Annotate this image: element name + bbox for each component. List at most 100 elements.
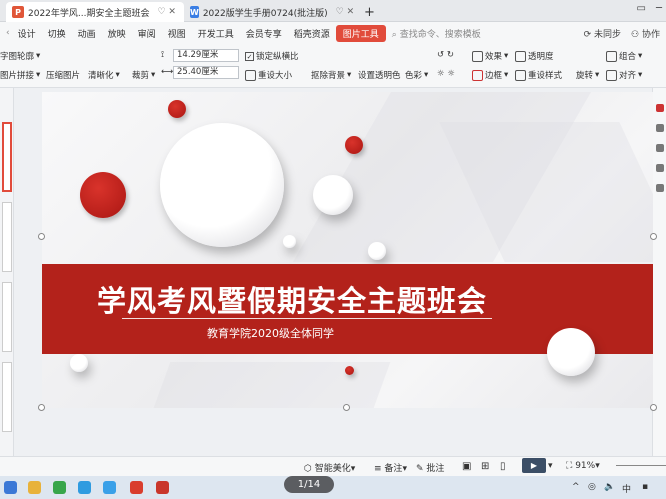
- group-button[interactable]: 组合 ▾: [606, 50, 642, 62]
- crop-button[interactable]: 裁剪 ▾: [132, 69, 155, 81]
- browser-icon[interactable]: [53, 481, 66, 494]
- reading-view-icon[interactable]: ▯: [500, 461, 506, 472]
- zoom-control[interactable]: ⛶ 91%▾: [566, 461, 600, 471]
- notification-icon[interactable]: ▪: [642, 482, 648, 492]
- resize-handle[interactable]: [650, 233, 657, 240]
- slide-subtitle[interactable]: 教育学院2020级全体同学: [207, 325, 334, 341]
- notes-label: 备注: [384, 464, 403, 474]
- effect-button[interactable]: 效果 ▾: [472, 50, 508, 62]
- rotate-button[interactable]: 旋转 ▾: [576, 69, 599, 81]
- resize-handle[interactable]: [38, 233, 45, 240]
- normal-view-icon[interactable]: ▣: [462, 461, 471, 472]
- tray-chevron-icon[interactable]: ^: [572, 482, 580, 492]
- reset-size-button[interactable]: 重设大小: [245, 69, 292, 81]
- volume-icon[interactable]: 🔈: [604, 482, 615, 492]
- align-button[interactable]: 对齐 ▾: [606, 69, 642, 81]
- collab-button[interactable]: ⚇ 协作: [631, 27, 660, 40]
- chevron-down-icon: ▾: [595, 461, 600, 471]
- resize-handle[interactable]: [650, 404, 657, 411]
- slide-thumbnail-active[interactable]: [2, 122, 12, 192]
- effect-label: 效果: [485, 52, 503, 62]
- menu-tab[interactable]: 切换: [42, 27, 72, 40]
- start-icon[interactable]: [4, 481, 17, 494]
- color-button[interactable]: 色彩 ▾: [405, 69, 428, 81]
- menu-tab[interactable]: 稻壳资源: [288, 27, 336, 40]
- reset-style-button[interactable]: 重设样式: [515, 69, 562, 81]
- height-input[interactable]: 14.29厘米: [173, 49, 239, 62]
- splice-label: 图片拼接: [0, 71, 35, 81]
- set-transparent-button[interactable]: 设置透明色: [358, 69, 401, 81]
- animation-icon[interactable]: [656, 144, 664, 152]
- resize-handle[interactable]: [38, 404, 45, 411]
- crop-label: 裁剪: [132, 71, 150, 81]
- notes-button[interactable]: ≡ 备注▾: [374, 461, 407, 474]
- menu-tab[interactable]: 设计: [12, 27, 42, 40]
- menu-tab[interactable]: 放映: [102, 27, 132, 40]
- remove-bg-button[interactable]: 抠除背景 ▾: [311, 69, 351, 81]
- chevron-down-icon: ▾: [504, 70, 509, 80]
- slide[interactable]: 学风考风暨假期安全主题班会 教育学院2020级全体同学: [42, 92, 653, 408]
- folder-icon[interactable]: [28, 481, 41, 494]
- restore-icon[interactable]: ▭: [637, 3, 646, 14]
- tab-actions[interactable]: ♡ ✕: [336, 7, 354, 17]
- presentation-app-icon[interactable]: [156, 481, 169, 494]
- lock-ratio-checkbox[interactable]: ✓ 锁定纵横比: [245, 50, 299, 62]
- comment-button[interactable]: ✎ 批注: [416, 461, 444, 474]
- slide-thumbnail[interactable]: [2, 202, 12, 272]
- wps-icon[interactable]: [130, 481, 143, 494]
- beautify-button[interactable]: ⬡ 智能美化▾: [304, 461, 355, 474]
- group-label: 组合: [619, 52, 637, 62]
- ime-icon[interactable]: 中: [622, 482, 631, 495]
- search-icon: ⌕: [391, 29, 397, 40]
- slide-thumbnail[interactable]: [2, 282, 12, 352]
- search-input[interactable]: ⌕ 查找命令、搜索模板: [392, 27, 481, 40]
- contour-button[interactable]: 字图轮廓 ▾: [0, 50, 40, 62]
- border-icon: [472, 69, 483, 81]
- tab-document[interactable]: W 2022版学生手册0724(批注版) ♡ ✕: [184, 2, 356, 22]
- transparency-button[interactable]: 透明度: [515, 50, 554, 62]
- thumbnail-panel[interactable]: [0, 88, 14, 456]
- border-button[interactable]: 边框 ▾: [472, 69, 508, 81]
- minimize-icon[interactable]: ─: [656, 3, 662, 14]
- beautify-label: 智能美化: [314, 464, 351, 474]
- style-icon[interactable]: [656, 124, 664, 132]
- comment-label: 批注: [426, 464, 445, 474]
- app-icon[interactable]: [78, 481, 91, 494]
- width-input[interactable]: 25.40厘米: [173, 66, 239, 79]
- rotate-left-icon[interactable]: ↺ ↻: [437, 50, 454, 60]
- new-tab-button[interactable]: +: [358, 2, 381, 22]
- menu-tab[interactable]: 会员专享: [240, 27, 288, 40]
- settings-icon[interactable]: [656, 164, 664, 172]
- resize-handle[interactable]: [343, 404, 350, 411]
- menu-tab[interactable]: 动画: [72, 27, 102, 40]
- more-icon[interactable]: [656, 184, 664, 192]
- tab-bar: P 2022年学风...期安全主题班会 ♡ ✕ W 2022版学生手册0724(…: [0, 0, 666, 22]
- tab-actions[interactable]: ♡ ✕: [158, 7, 176, 17]
- menu-tab[interactable]: 视图: [162, 27, 192, 40]
- zoom-slider[interactable]: [616, 465, 666, 466]
- clarify-button[interactable]: 清晰化 ▾: [88, 69, 120, 81]
- tab-presentation[interactable]: P 2022年学风...期安全主题班会 ♡ ✕: [6, 2, 184, 22]
- collab-label: 协作: [641, 30, 660, 40]
- compress-button[interactable]: 压缩图片: [46, 69, 80, 81]
- red-dot: [168, 100, 186, 118]
- menu-tab[interactable]: 审阅: [132, 27, 162, 40]
- reset-size-label: 重设大小: [258, 71, 293, 81]
- splice-button[interactable]: 图片拼接 ▾: [0, 69, 40, 81]
- slide-title[interactable]: 学风考风暨假期安全主题班会: [97, 278, 487, 320]
- scroll-left-icon[interactable]: ‹: [0, 28, 12, 38]
- zoom-level: 91%: [575, 461, 596, 471]
- grid-view-icon[interactable]: ⊞: [481, 461, 489, 472]
- slide-thumbnail[interactable]: [2, 362, 12, 432]
- sync-button[interactable]: ⟳ 未同步: [584, 27, 621, 40]
- play-button[interactable]: ▶: [522, 458, 546, 473]
- chevron-down-icon[interactable]: ▾: [548, 461, 553, 471]
- network-icon[interactable]: ◎: [588, 482, 596, 492]
- menu-tab[interactable]: 开发工具: [192, 27, 240, 40]
- app-icon[interactable]: [103, 481, 116, 494]
- shape-icon[interactable]: [656, 104, 664, 112]
- tab-picture-tools[interactable]: 图片工具: [335, 24, 386, 42]
- right-sidebar: [652, 88, 666, 456]
- white-dot: [70, 354, 88, 372]
- brightness-icon[interactable]: ☼ ☼: [437, 69, 455, 79]
